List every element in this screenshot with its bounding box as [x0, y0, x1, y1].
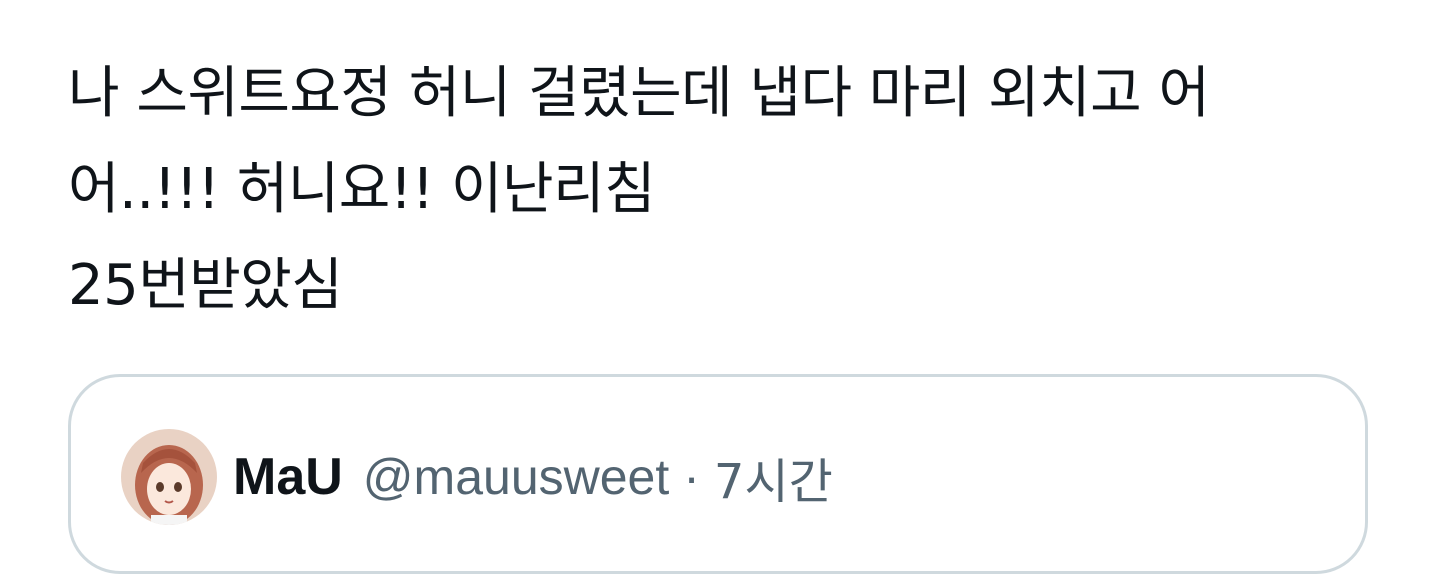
anime-girl-avatar-icon[interactable]: [121, 429, 217, 525]
tweet-text-line: 나 스위트요정 허니 걸렸는데 냅다 마리 외치고 어: [68, 61, 1210, 126]
tweet-text-line: 25번받았심: [68, 253, 343, 318]
quoted-author-name[interactable]: MaU: [233, 447, 343, 507]
quoted-tweet-header: MaU @mauusweet · 7시간: [121, 427, 833, 527]
quoted-tweet-timestamp[interactable]: 7시간: [714, 442, 833, 512]
meta-separator: ·: [683, 449, 700, 505]
tweet-text-line: 어..!!! 허니요!! 이난리침: [68, 157, 656, 222]
quoted-author-handle[interactable]: @mauusweet: [363, 448, 669, 506]
quoted-tweet-card[interactable]: MaU @mauusweet · 7시간: [68, 374, 1368, 574]
tweet-text: 나 스위트요정 허니 걸렸는데 냅다 마리 외치고 어 어..!!! 허니요!!…: [68, 46, 1388, 334]
